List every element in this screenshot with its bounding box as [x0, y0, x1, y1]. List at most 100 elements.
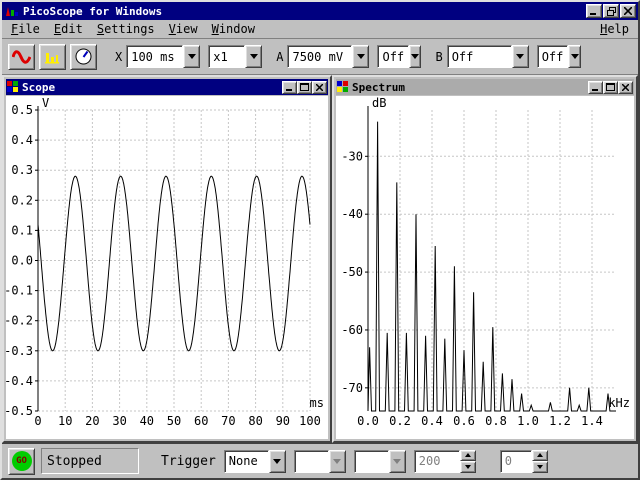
spectrum-window: Spectrum 0.00.20.40.60.81.01.21.4-30-40-…	[332, 75, 638, 443]
svg-text:kHz: kHz	[608, 396, 630, 410]
chevron-down-icon	[411, 54, 419, 59]
scope-title-bar[interactable]: Scope	[6, 79, 328, 95]
x-multiplier-select[interactable]: x1	[208, 45, 262, 68]
svg-text:80: 80	[248, 414, 262, 428]
svg-text:20: 20	[85, 414, 99, 428]
svg-text:10: 10	[58, 414, 72, 428]
go-button[interactable]: GO	[8, 448, 35, 475]
menu-view[interactable]: View	[162, 21, 205, 37]
close-button[interactable]	[620, 4, 636, 18]
svg-text:-40: -40	[341, 207, 363, 221]
menu-settings[interactable]: Settings	[90, 21, 162, 37]
spectrum-window-icon	[337, 81, 349, 93]
channel-a-mode-select[interactable]: Off	[377, 45, 421, 68]
trigger-label: Trigger	[161, 454, 216, 469]
chevron-down-icon	[357, 54, 365, 59]
bar-spectrum-icon	[43, 49, 62, 65]
scope-maximize-button[interactable]	[297, 81, 312, 94]
sine-wave-icon	[12, 49, 31, 65]
spin-down-button[interactable]	[532, 461, 548, 473]
svg-text:60: 60	[194, 414, 208, 428]
trigger-direction-select[interactable]	[354, 450, 406, 473]
trigger-delay-spinner[interactable]: 0	[500, 450, 548, 473]
channel-a-label: A	[276, 50, 283, 64]
channel-a-range-select[interactable]: 7500 mV	[287, 45, 369, 68]
trigger-mode-select[interactable]: None	[224, 450, 286, 473]
channel-b-label: B	[435, 50, 442, 64]
go-button-label: GO	[12, 451, 32, 471]
svg-text:0.8: 0.8	[485, 414, 507, 428]
scope-close-button[interactable]	[312, 81, 327, 94]
svg-text:0.3: 0.3	[11, 163, 33, 177]
chevron-down-icon	[571, 54, 579, 59]
svg-text:1.2: 1.2	[549, 414, 571, 428]
trigger-source-select[interactable]	[294, 450, 346, 473]
svg-text:0.1: 0.1	[11, 223, 33, 237]
menu-edit[interactable]: Edit	[47, 21, 90, 37]
svg-text:0.0: 0.0	[11, 254, 33, 268]
scope-window-icon	[7, 81, 19, 93]
svg-text:30: 30	[112, 414, 126, 428]
title-bar[interactable]: PicoScope for Windows	[2, 2, 638, 20]
channel-b-mode-select[interactable]: Off	[537, 45, 581, 68]
restore-button[interactable]	[603, 4, 619, 18]
menu-bar: File Edit Settings View Window Help	[2, 20, 638, 39]
spectrum-minimize-button[interactable]	[588, 81, 603, 94]
svg-text:0.0: 0.0	[357, 414, 379, 428]
spectrum-view-button[interactable]	[39, 44, 66, 70]
svg-text:1.0: 1.0	[517, 414, 539, 428]
spectrum-plot-area: 0.00.20.40.60.81.01.21.4-30-40-50-60-70d…	[336, 96, 634, 439]
mdi-workspace: Scope 0 10 20 30 40 50 60 70 80 90 100 0.5 0.4 0.3 0.2…	[2, 75, 638, 443]
scope-view-button[interactable]	[8, 44, 35, 70]
menu-help[interactable]: Help	[593, 21, 636, 37]
svg-text:-0.3: -0.3	[6, 344, 33, 358]
svg-text:-0.2: -0.2	[6, 314, 33, 328]
svg-text:0.4: 0.4	[421, 414, 443, 428]
svg-text:0.5: 0.5	[11, 103, 33, 117]
chevron-down-icon	[188, 54, 196, 59]
minimize-button[interactable]	[586, 4, 602, 18]
svg-text:dB: dB	[372, 96, 386, 110]
svg-text:90: 90	[276, 414, 290, 428]
toolbar: X 100 ms x1 A 7500 mV Off B Off Off	[2, 39, 638, 75]
svg-text:0.4: 0.4	[11, 133, 33, 147]
chevron-down-icon	[333, 459, 341, 464]
spin-up-button[interactable]	[532, 450, 548, 462]
status-bar: GO Stopped Trigger None 200 0	[2, 443, 638, 478]
spin-down-button[interactable]	[460, 461, 476, 473]
scope-minimize-button[interactable]	[282, 81, 297, 94]
scope-window-title: Scope	[22, 81, 282, 94]
svg-text:100: 100	[299, 414, 321, 428]
spectrum-window-title: Spectrum	[352, 81, 588, 94]
spin-up-button[interactable]	[460, 450, 476, 462]
spectrum-close-button[interactable]	[618, 81, 633, 94]
menu-window[interactable]: Window	[205, 21, 262, 37]
svg-text:70: 70	[221, 414, 235, 428]
meter-gauge-icon	[74, 48, 93, 65]
svg-text:1.4: 1.4	[581, 414, 603, 428]
chevron-down-icon	[393, 459, 401, 464]
spectrum-title-bar[interactable]: Spectrum	[336, 79, 634, 95]
svg-text:-0.4: -0.4	[6, 374, 33, 388]
status-text: Stopped	[41, 448, 139, 474]
spectrum-maximize-button[interactable]	[603, 81, 618, 94]
spectrum-chart: 0.00.20.40.60.81.01.21.4-30-40-50-60-70d…	[336, 96, 632, 437]
scope-chart: 0 10 20 30 40 50 60 70 80 90 100 0.5 0.4 0.3 0.2 0.1 0.0…	[6, 96, 326, 437]
timebase-select[interactable]: 100 ms	[126, 45, 200, 68]
svg-text:50: 50	[167, 414, 181, 428]
svg-text:0: 0	[34, 414, 41, 428]
svg-text:-50: -50	[341, 265, 363, 279]
svg-text:40: 40	[140, 414, 154, 428]
menu-file[interactable]: File	[4, 21, 47, 37]
chevron-down-icon	[250, 54, 258, 59]
trigger-threshold-spinner[interactable]: 200	[414, 450, 476, 473]
meter-view-button[interactable]	[70, 44, 97, 70]
svg-text:-60: -60	[341, 323, 363, 337]
channel-b-range-select[interactable]: Off	[447, 45, 529, 68]
svg-text:0.2: 0.2	[389, 414, 411, 428]
svg-text:-70: -70	[341, 381, 363, 395]
svg-text:0.2: 0.2	[11, 193, 33, 207]
scope-plot-area: 0 10 20 30 40 50 60 70 80 90 100 0.5 0.4 0.3 0.2 0.1 0.0…	[6, 96, 328, 439]
svg-text:V: V	[42, 96, 49, 110]
app-window: PicoScope for Windows File Edit Settings…	[0, 0, 640, 480]
